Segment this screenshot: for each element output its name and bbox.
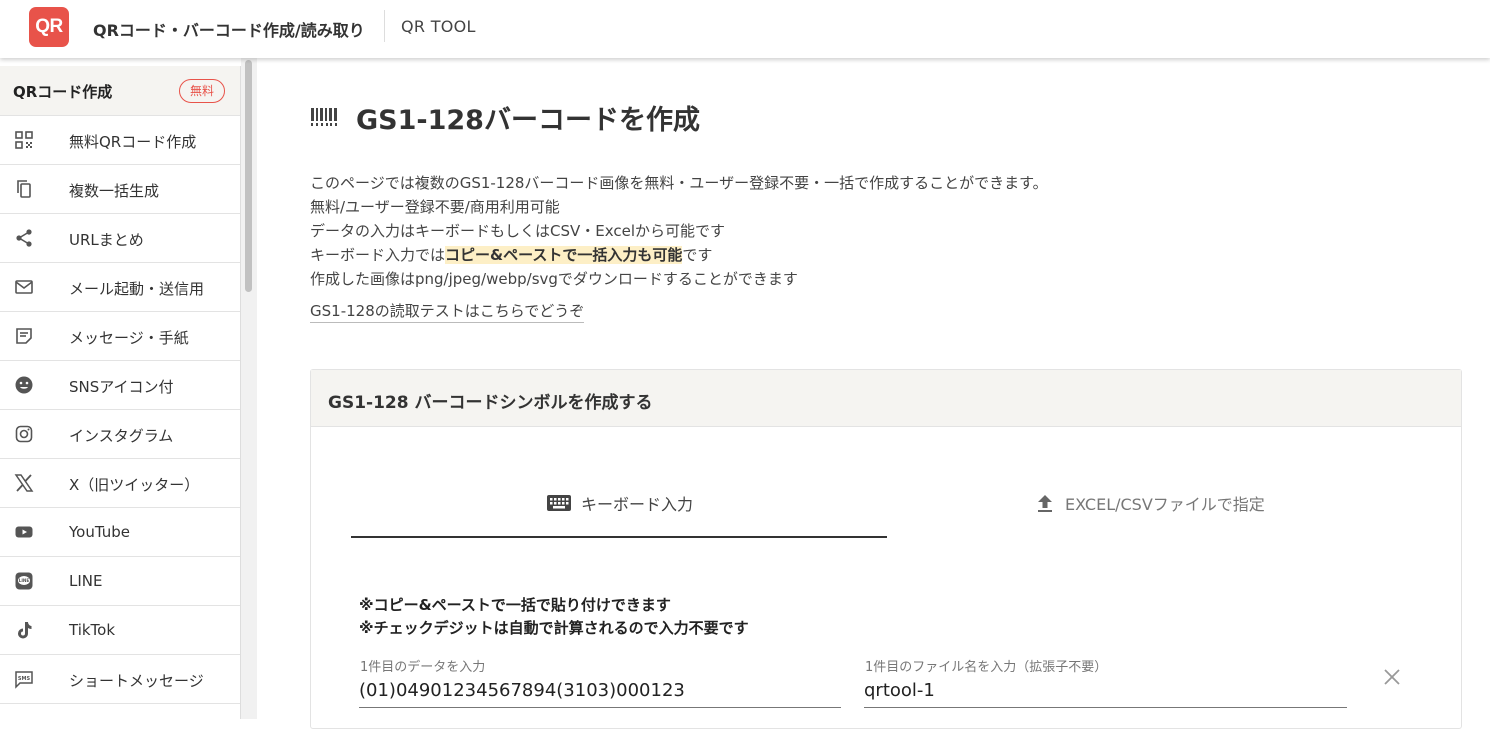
sidebar-item-label: インスタグラム xyxy=(69,427,174,445)
sidebar-scrollbar[interactable] xyxy=(241,58,257,719)
sidebar-item-tiktok[interactable]: TikTok xyxy=(0,606,240,655)
free-badge: 無料 xyxy=(179,79,225,103)
sidebar-item-instagram[interactable]: インスタグラム xyxy=(0,410,240,459)
sidebar-item-x[interactable]: X（旧ツイッター） xyxy=(0,459,240,508)
sidebar-item-bulk[interactable]: 複数一括生成 xyxy=(0,165,240,214)
note-line: ※チェックデジットは自動で計算されるので入力不要です xyxy=(359,619,749,637)
qr-grid-icon xyxy=(15,131,33,149)
sidebar-item-label: TikTok xyxy=(69,621,116,639)
sidebar-item-label: メール起動・送信用 xyxy=(69,280,205,298)
copy-icon xyxy=(17,180,31,198)
note-line: ※コピー&ペーストで一括で貼り付けできます xyxy=(359,596,671,614)
svg-text:SMS: SMS xyxy=(18,676,31,682)
sidebar-section-header: QRコード作成 無料 xyxy=(0,66,240,116)
svg-text:LINE: LINE xyxy=(19,578,30,583)
create-card: GS1-128 バーコードシンボルを作成する キーボード入力 EXCEL/CSV… xyxy=(310,369,1462,729)
card-header: GS1-128 バーコードシンボルを作成する xyxy=(311,370,1461,427)
sidebar-item-label: ショートメッセージ xyxy=(69,672,204,690)
highlighted-text: コピー&ペーストで一括入力も可能 xyxy=(445,246,683,264)
sidebar-item-label: 無料QRコード作成 xyxy=(69,133,197,151)
barcode-icon xyxy=(311,108,337,126)
sidebar-item-message[interactable]: メッセージ・手紙 xyxy=(0,312,240,361)
mail-icon xyxy=(15,280,33,294)
upload-icon xyxy=(1038,495,1052,512)
youtube-icon xyxy=(15,526,33,538)
tab-file[interactable]: EXCEL/CSVファイルで指定 xyxy=(887,490,1423,538)
instagram-icon xyxy=(15,425,33,443)
page-title: GS1-128バーコードを作成 xyxy=(356,105,700,136)
tab-file-label: EXCEL/CSVファイルで指定 xyxy=(1065,495,1265,514)
description-line-highlight: キーボード入力ではコピー&ペーストで一括入力も可能です xyxy=(310,244,712,265)
sidebar-item-url[interactable]: URLまとめ xyxy=(0,214,240,263)
sidebar-item-free-qr[interactable]: 無料QRコード作成 xyxy=(0,116,240,165)
data-field-label: 1件目のデータを入力 xyxy=(360,660,486,675)
sidebar-item-label: メッセージ・手紙 xyxy=(69,329,189,347)
sidebar-item-mail[interactable]: メール起動・送信用 xyxy=(0,263,240,312)
sidebar-item-line[interactable]: LINE LINE xyxy=(0,557,240,606)
smiley-icon xyxy=(15,376,33,394)
share-icon xyxy=(16,229,32,247)
scrollbar-thumb[interactable] xyxy=(245,60,252,292)
site-title[interactable]: QRコード・バーコード作成/読み取り xyxy=(93,17,365,41)
close-icon[interactable] xyxy=(1381,666,1403,688)
logo[interactable]: QR xyxy=(29,7,69,47)
sidebar-item-label: URLまとめ xyxy=(69,231,144,249)
tab-keyboard-label: キーボード入力 xyxy=(581,495,694,514)
description-prefix: キーボード入力では xyxy=(310,246,446,264)
description-line: データの入力はキーボードもしくはCSV・Excelから可能です xyxy=(310,222,725,240)
sidebar-item-label: X（旧ツイッター） xyxy=(69,476,200,494)
sidebar: QRコード作成 無料 無料QRコード作成 複数一括生成 URLまとめ メール起動… xyxy=(0,66,241,719)
header-divider xyxy=(384,10,385,42)
sidebar-item-label: YouTube xyxy=(69,523,130,541)
sidebar-section-title: QRコード作成 xyxy=(13,83,113,101)
tab-keyboard[interactable]: キーボード入力 xyxy=(351,490,887,538)
note-icon xyxy=(16,328,32,344)
tiktok-icon xyxy=(18,622,32,639)
line-icon: LINE xyxy=(15,572,33,590)
sms-icon: SMS xyxy=(15,671,33,689)
keyboard-icon xyxy=(547,495,571,511)
data-input[interactable] xyxy=(359,674,841,708)
read-test-link[interactable]: GS1-128の読取テストはこちらでどうぞ xyxy=(310,300,585,323)
sidebar-item-label: SNSアイコン付 xyxy=(69,378,174,396)
filename-input[interactable] xyxy=(864,674,1347,708)
sidebar-item-label: 複数一括生成 xyxy=(69,182,160,200)
filename-field-label: 1件目のファイル名を入力（拡張子不要） xyxy=(865,660,1108,675)
description-line: 作成した画像はpng/jpeg/webp/svgでダウンロードすることができます xyxy=(310,270,798,288)
sidebar-item-label: LINE xyxy=(69,572,103,590)
x-icon xyxy=(14,474,34,492)
sidebar-item-youtube[interactable]: YouTube xyxy=(0,508,240,557)
sidebar-item-sms[interactable]: SMS ショートメッセージ xyxy=(0,655,240,704)
description-line: 無料/ユーザー登録不要/商用利用可能 xyxy=(310,198,560,216)
description-line: このページでは複数のGS1-128バーコード画像を無料・ユーザー登録不要・一括で… xyxy=(310,174,1048,192)
header: QR QRコード・バーコード作成/読み取り QR TOOL xyxy=(0,0,1490,58)
header-subtitle[interactable]: QR TOOL xyxy=(401,17,476,36)
description-suffix: です xyxy=(682,246,713,264)
notes: ※コピー&ペーストで一括で貼り付けできます ※チェックデジットは自動で計算される… xyxy=(359,594,749,640)
sidebar-item-sns[interactable]: SNSアイコン付 xyxy=(0,361,240,410)
card-title: GS1-128 バーコードシンボルを作成する xyxy=(328,393,653,413)
